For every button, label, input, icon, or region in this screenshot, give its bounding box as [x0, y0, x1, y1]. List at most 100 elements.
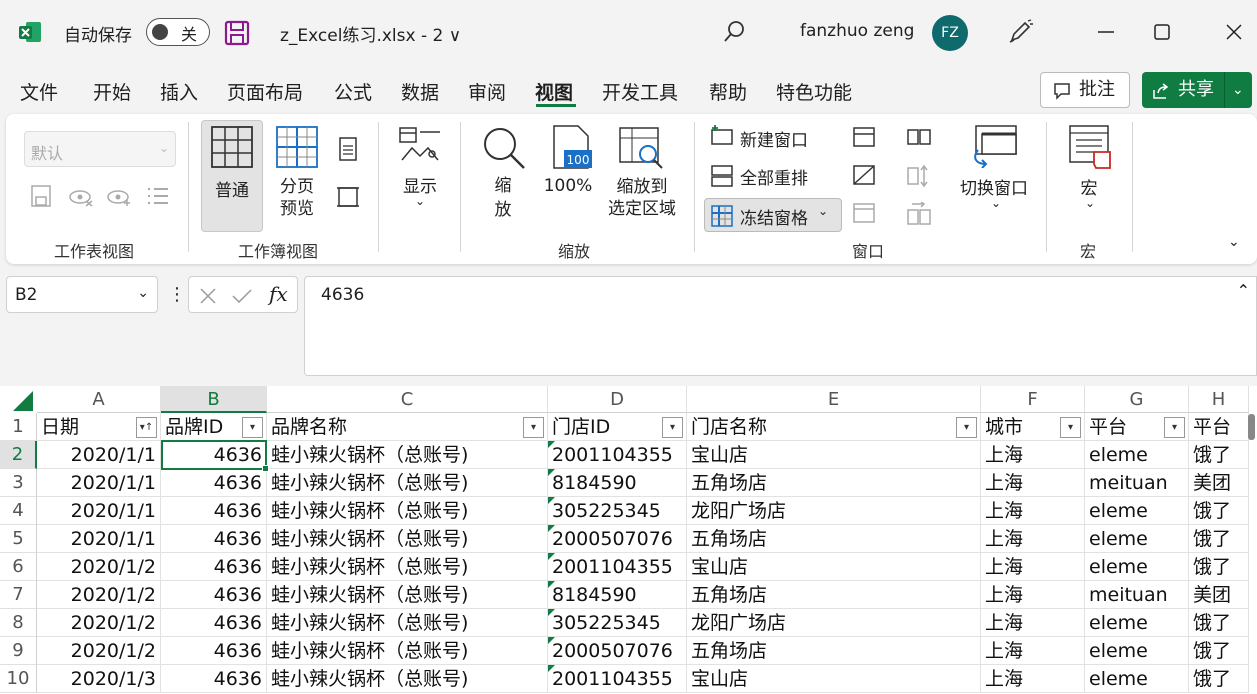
table-cell[interactable]: 4636 [161, 665, 267, 693]
table-cell[interactable]: 8184590 [548, 469, 687, 497]
table-cell[interactable]: 蛙小辣火锅杯（总账号) [267, 469, 548, 497]
view-side-by-side-icon[interactable] [906, 126, 932, 148]
arrange-all-icon[interactable] [710, 164, 734, 188]
filter-dropdown-icon[interactable]: ▾ [956, 417, 977, 438]
pen-icon[interactable] [1006, 18, 1034, 46]
maximize-icon[interactable] [1150, 20, 1174, 44]
filter-dropdown-icon[interactable]: ▾ [1060, 417, 1081, 438]
vertical-scrollbar[interactable] [1248, 414, 1255, 440]
table-cell[interactable]: 饿了 [1189, 525, 1249, 553]
chevron-down-icon[interactable]: ⌄ [410, 194, 430, 208]
number-as-text-indicator[interactable] [548, 441, 555, 448]
column-header-h[interactable]: H [1189, 386, 1249, 413]
table-cell[interactable]: 蛙小辣火锅杯（总账号) [267, 497, 548, 525]
new-window-label[interactable]: 新建窗口 [740, 126, 808, 151]
table-cell[interactable]: 龙阳广场店 [687, 609, 981, 637]
table-cell[interactable]: eleme [1085, 441, 1189, 469]
page-break-preview-icon[interactable] [276, 126, 318, 168]
cancel-icon[interactable] [199, 287, 217, 305]
menu-view[interactable]: 视图 [535, 78, 573, 105]
table-cell[interactable]: 2020/1/3 [37, 665, 161, 693]
select-all-corner[interactable] [0, 386, 37, 413]
table-cell[interactable]: 美团 [1189, 581, 1249, 609]
table-cell[interactable]: 2020/1/2 [37, 637, 161, 665]
macros-icon[interactable] [1068, 124, 1114, 170]
row-header[interactable]: 8 [0, 609, 37, 637]
menu-data[interactable]: 数据 [401, 78, 439, 105]
table-cell[interactable]: 饿了 [1189, 665, 1249, 693]
table-cell[interactable]: 2020/1/1 [37, 525, 161, 553]
search-icon[interactable] [722, 20, 746, 44]
number-as-text-indicator[interactable] [548, 497, 555, 504]
table-cell[interactable]: 2001104355 [548, 553, 687, 581]
autosave-toggle[interactable]: 关 [146, 18, 210, 46]
table-cell[interactable]: 4636 [161, 469, 267, 497]
row-header[interactable]: 3 [0, 469, 37, 497]
table-cell[interactable]: 2001104355 [548, 441, 687, 469]
row-header[interactable]: 4 [0, 497, 37, 525]
split-icon[interactable] [852, 126, 876, 148]
table-cell[interactable]: 2020/1/1 [37, 497, 161, 525]
formula-input[interactable]: 4636 ⌃ [304, 276, 1257, 376]
table-cell[interactable]: 4636 [161, 581, 267, 609]
column-header-f[interactable]: F [981, 386, 1085, 413]
column-header-g[interactable]: G [1085, 386, 1189, 413]
zoom-to-selection-icon[interactable] [618, 126, 666, 172]
filter-dropdown-icon[interactable]: ▾↑ [136, 417, 157, 438]
avatar[interactable]: FZ [932, 15, 968, 51]
confirm-icon[interactable] [231, 287, 253, 305]
number-as-text-indicator[interactable] [548, 553, 555, 560]
table-cell[interactable]: 上海 [981, 581, 1085, 609]
table-cell[interactable]: 上海 [981, 497, 1085, 525]
table-cell[interactable]: 宝山店 [687, 665, 981, 693]
chevron-down-icon[interactable]: ⌄ [1232, 72, 1244, 108]
table-cell[interactable]: 蛙小辣火锅杯（总账号) [267, 441, 548, 469]
zoom-100-label[interactable]: 100% [538, 176, 598, 196]
menu-home[interactable]: 开始 [93, 78, 131, 105]
table-cell[interactable]: 上海 [981, 469, 1085, 497]
table-cell[interactable]: eleme [1085, 553, 1189, 581]
table-cell[interactable]: 2020/1/2 [37, 581, 161, 609]
close-icon[interactable] [1222, 20, 1246, 44]
row-header[interactable]: 2 [0, 441, 37, 469]
table-cell[interactable]: 上海 [981, 637, 1085, 665]
menu-insert[interactable]: 插入 [160, 78, 198, 105]
worksheet-grid[interactable]: A B C D E F G H 1 日期 ▾↑ 品牌ID ▾ 品牌名称 ▾ 门店ID ▾ 门店名称 ▾ 城市 ▾ 平台 ▾ 平… [0, 386, 1257, 694]
table-cell[interactable]: 五角场店 [687, 469, 981, 497]
table-cell[interactable]: 上海 [981, 553, 1085, 581]
comments-button[interactable]: 批注 [1040, 72, 1130, 108]
number-as-text-indicator[interactable] [548, 609, 555, 616]
filter-dropdown-icon[interactable]: ▾ [242, 417, 263, 438]
table-cell[interactable]: 2020/1/2 [37, 553, 161, 581]
table-cell[interactable]: 宝山店 [687, 553, 981, 581]
table-cell[interactable]: 龙阳广场店 [687, 497, 981, 525]
table-cell[interactable]: 上海 [981, 441, 1085, 469]
document-title[interactable]: z_Excel练习.xlsx - 2 ∨ [280, 21, 461, 46]
table-cell[interactable]: 2000507076 [548, 637, 687, 665]
menu-review[interactable]: 审阅 [468, 78, 506, 105]
number-as-text-indicator[interactable] [548, 665, 555, 672]
chevron-down-icon[interactable]: ⌄ [137, 285, 149, 301]
table-cell[interactable]: 饿了 [1189, 441, 1249, 469]
table-cell[interactable]: 蛙小辣火锅杯（总账号) [267, 525, 548, 553]
table-cell[interactable]: meituan [1085, 469, 1189, 497]
table-cell[interactable]: 4636 [161, 497, 267, 525]
custom-views-icon[interactable] [336, 184, 360, 210]
table-cell[interactable]: 五角场店 [687, 525, 981, 553]
menu-file[interactable]: 文件 [20, 78, 58, 105]
zoom-icon[interactable] [480, 124, 528, 172]
collapse-ribbon-icon[interactable]: ⌄ [1228, 234, 1240, 250]
table-cell[interactable]: 4636 [161, 609, 267, 637]
zoom-to-selection-label[interactable]: 缩放到 选定区域 [602, 176, 682, 220]
table-cell[interactable]: 饿了 [1189, 637, 1249, 665]
number-as-text-indicator[interactable] [548, 637, 555, 644]
insert-function-icon[interactable]: fx [269, 282, 288, 306]
table-cell[interactable]: 305225345 [548, 497, 687, 525]
arrange-all-label[interactable]: 全部重排 [740, 164, 808, 189]
table-cell[interactable]: 2020/1/2 [37, 609, 161, 637]
row-header[interactable]: 10 [0, 665, 37, 693]
filter-dropdown-icon[interactable]: ▾ [662, 417, 683, 438]
column-header-d[interactable]: D [548, 386, 687, 413]
zoom-label[interactable]: 缩 放 [488, 174, 518, 222]
column-header-e[interactable]: E [687, 386, 981, 413]
